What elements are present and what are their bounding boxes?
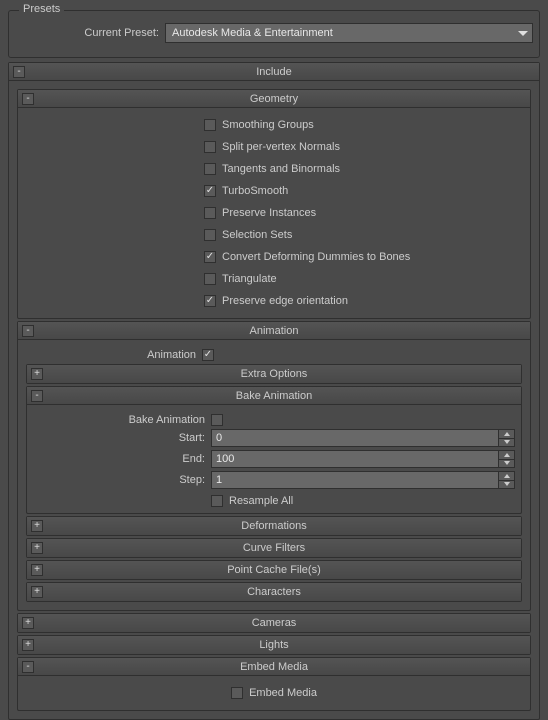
start-spinner[interactable] <box>211 429 515 447</box>
geometry-option-checkbox[interactable] <box>204 273 216 285</box>
embed-media-label: Embed Media <box>249 687 317 699</box>
geometry-option-row: Split per-vertex Normals <box>204 136 524 158</box>
geometry-option-label: Convert Deforming Dummies to Bones <box>222 251 410 263</box>
resample-all-label: Resample All <box>229 495 293 507</box>
extra-options-toggle[interactable]: + <box>31 368 43 380</box>
geometry-option-checkbox[interactable] <box>204 207 216 219</box>
cameras-title: Cameras <box>18 617 530 629</box>
geometry-option-row: Convert Deforming Dummies to Bones <box>204 246 524 268</box>
bake-animation-title: Bake Animation <box>27 390 521 402</box>
step-spinner[interactable] <box>211 471 515 489</box>
current-preset-value: Autodesk Media & Entertainment <box>172 27 333 39</box>
animation-title: Animation <box>18 325 530 337</box>
arrow-down-icon <box>504 461 510 465</box>
geometry-option-row: Preserve edge orientation <box>204 290 524 312</box>
include-title: Include <box>9 66 539 78</box>
curve-filters-section: + Curve Filters <box>26 538 522 558</box>
arrow-up-icon <box>504 453 510 457</box>
geometry-option-row: Preserve Instances <box>204 202 524 224</box>
presets-group: Presets Current Preset: Autodesk Media &… <box>8 10 540 58</box>
lights-title: Lights <box>18 639 530 651</box>
characters-toggle[interactable]: + <box>31 586 43 598</box>
arrow-up-icon <box>504 474 510 478</box>
geometry-option-label: Smoothing Groups <box>222 119 314 131</box>
animation-toggle[interactable]: - <box>22 325 34 337</box>
step-label: Step: <box>33 474 211 486</box>
cameras-section: + Cameras <box>17 613 531 633</box>
bake-animation-toggle[interactable]: - <box>31 390 43 402</box>
animation-check-label: Animation <box>24 349 202 361</box>
geometry-title: Geometry <box>18 93 530 105</box>
geometry-toggle[interactable]: - <box>22 93 34 105</box>
geometry-option-row: Triangulate <box>204 268 524 290</box>
geometry-option-row: TurboSmooth <box>204 180 524 202</box>
geometry-option-checkbox[interactable] <box>204 141 216 153</box>
characters-title: Characters <box>27 586 521 598</box>
arrow-down-icon <box>504 440 510 444</box>
geometry-option-label: Triangulate <box>222 273 277 285</box>
embed-media-section: - Embed Media Embed Media <box>17 657 531 711</box>
embed-media-toggle[interactable]: - <box>22 661 34 673</box>
current-preset-label: Current Preset: <box>15 27 165 39</box>
geometry-option-checkbox[interactable] <box>204 295 216 307</box>
geometry-option-label: Tangents and Binormals <box>222 163 340 175</box>
step-input[interactable] <box>212 472 498 488</box>
animation-checkbox[interactable] <box>202 349 214 361</box>
point-cache-toggle[interactable]: + <box>31 564 43 576</box>
geometry-option-checkbox[interactable] <box>204 185 216 197</box>
geometry-option-label: Preserve Instances <box>222 207 316 219</box>
bake-animation-check-label: Bake Animation <box>33 414 211 426</box>
step-spin-up[interactable] <box>499 472 514 481</box>
end-input[interactable] <box>212 451 498 467</box>
end-spinner[interactable] <box>211 450 515 468</box>
geometry-option-checkbox[interactable] <box>204 251 216 263</box>
deformations-section: + Deformations <box>26 516 522 536</box>
geometry-option-label: Selection Sets <box>222 229 292 241</box>
include-section: - Include - Geometry Smoothing Groups Spl… <box>8 62 540 720</box>
start-spin-down[interactable] <box>499 439 514 447</box>
geometry-option-label: Split per-vertex Normals <box>222 141 340 153</box>
geometry-section: - Geometry Smoothing Groups Split per-ver… <box>17 89 531 319</box>
curve-filters-title: Curve Filters <box>27 542 521 554</box>
geometry-option-row: Tangents and Binormals <box>204 158 524 180</box>
start-input[interactable] <box>212 430 498 446</box>
geometry-option-row: Selection Sets <box>204 224 524 246</box>
resample-all-checkbox[interactable] <box>211 495 223 507</box>
extra-options-section: + Extra Options <box>26 364 522 384</box>
embed-media-title: Embed Media <box>18 661 530 673</box>
include-toggle[interactable]: - <box>13 66 25 78</box>
start-label: Start: <box>33 432 211 444</box>
cameras-toggle[interactable]: + <box>22 617 34 629</box>
current-preset-dropdown[interactable]: Autodesk Media & Entertainment <box>165 23 533 43</box>
arrow-down-icon <box>504 482 510 486</box>
geometry-option-row: Smoothing Groups <box>204 114 524 136</box>
geometry-option-checkbox[interactable] <box>204 229 216 241</box>
end-spin-up[interactable] <box>499 451 514 460</box>
animation-section: - Animation Animation + Extra Options <box>17 321 531 611</box>
presets-group-label: Presets <box>19 3 64 15</box>
deformations-title: Deformations <box>27 520 521 532</box>
point-cache-title: Point Cache File(s) <box>27 564 521 576</box>
deformations-toggle[interactable]: + <box>31 520 43 532</box>
geometry-option-checkbox[interactable] <box>204 163 216 175</box>
curve-filters-toggle[interactable]: + <box>31 542 43 554</box>
bake-animation-checkbox[interactable] <box>211 414 223 426</box>
characters-section: + Characters <box>26 582 522 602</box>
arrow-up-icon <box>504 432 510 436</box>
geometry-option-label: TurboSmooth <box>222 185 288 197</box>
step-spin-down[interactable] <box>499 481 514 489</box>
embed-media-checkbox[interactable] <box>231 687 243 699</box>
geometry-option-label: Preserve edge orientation <box>222 295 348 307</box>
lights-toggle[interactable]: + <box>22 639 34 651</box>
extra-options-title: Extra Options <box>27 368 521 380</box>
point-cache-section: + Point Cache File(s) <box>26 560 522 580</box>
end-label: End: <box>33 453 211 465</box>
end-spin-down[interactable] <box>499 460 514 468</box>
chevron-down-icon <box>518 31 528 36</box>
bake-animation-section: - Bake Animation Bake Animation Start: <box>26 386 522 514</box>
geometry-option-checkbox[interactable] <box>204 119 216 131</box>
start-spin-up[interactable] <box>499 430 514 439</box>
lights-section: + Lights <box>17 635 531 655</box>
